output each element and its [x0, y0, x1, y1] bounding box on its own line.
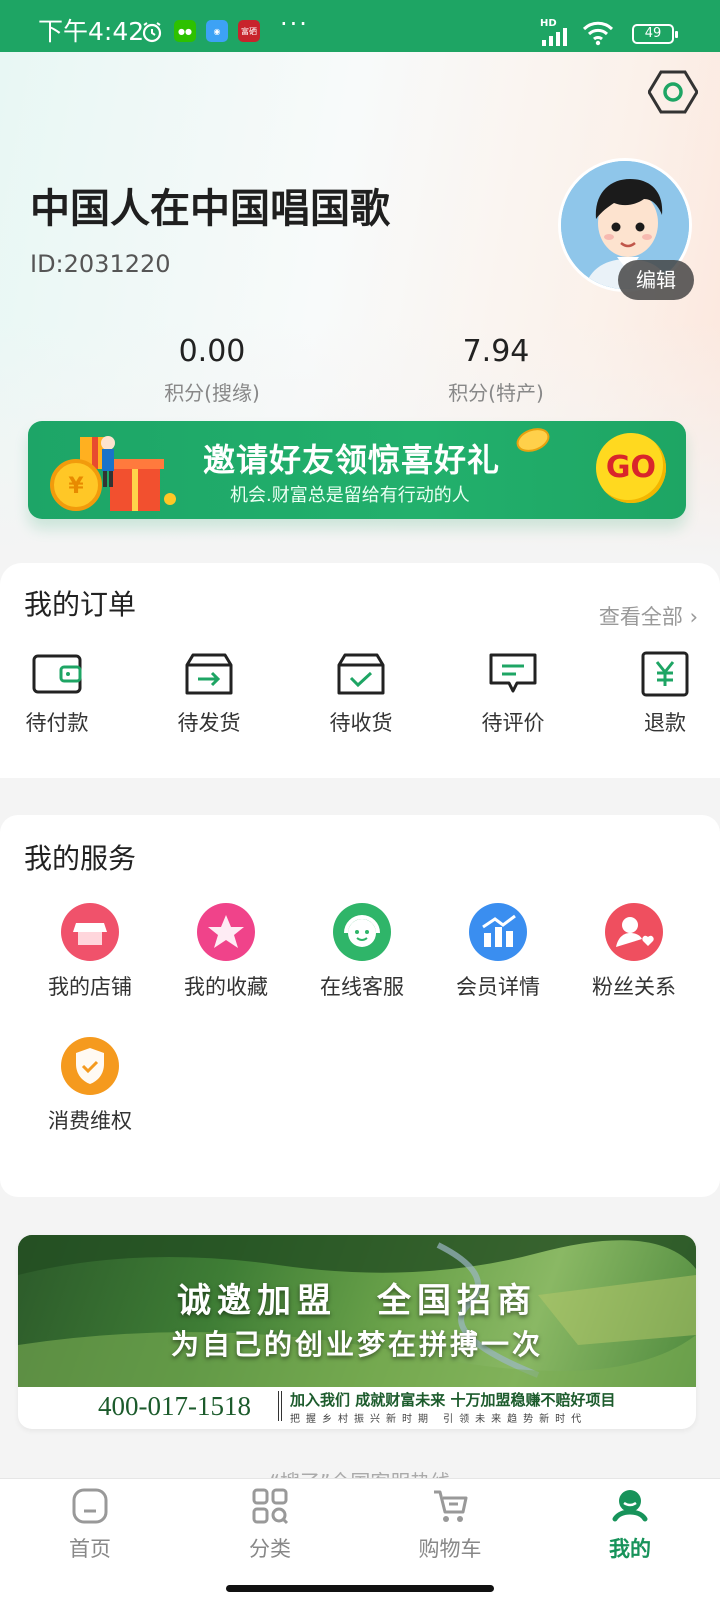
status-more-icon: ··· — [280, 10, 309, 38]
service-fans[interactable]: 粉丝关系 — [564, 903, 704, 1001]
stat-points-souyuan[interactable]: 0.00 积分(搜缘) — [112, 334, 312, 406]
order-refund[interactable]: 退款 — [595, 651, 720, 737]
promo-slogan-small: 把握乡村振兴新时期 引领未来趋势新时代 — [290, 1414, 588, 1425]
services-title: 我的服务 — [24, 842, 137, 875]
box-arrow-icon — [185, 653, 233, 695]
stat-value: 7.94 — [462, 334, 530, 369]
fuxi-app-text: 富硒 — [241, 26, 257, 36]
home-icon — [72, 1488, 108, 1524]
order-to-receive[interactable]: 待收货 — [291, 651, 431, 737]
chart-icon — [469, 903, 527, 961]
order-to-ship[interactable]: 待发货 — [139, 651, 279, 737]
tab-label: 首页 — [69, 1537, 111, 1561]
order-label: 待发货 — [177, 711, 241, 735]
orders-card: 我的订单 查看全部 › 待付款 待发货 待收货 待评价 退款 — [0, 563, 720, 778]
gift-illustration: ¥ — [50, 436, 176, 511]
store-icon — [61, 903, 119, 961]
edit-profile-button[interactable]: 编辑 — [618, 260, 694, 300]
tab-label: 我的 — [609, 1537, 651, 1561]
promo-slogan: 加入我们 成就财富未来 十万加盟稳赚不赔好项目 — [290, 1391, 616, 1409]
shield-icon — [61, 1037, 119, 1095]
franchise-promo-banner[interactable]: 诚邀加盟 全国招商 为自己的创业梦在拼搏一次 400-017-1518 加入我们… — [18, 1235, 696, 1429]
service-label: 会员详情 — [456, 975, 540, 999]
service-favorites[interactable]: 我的收藏 — [156, 903, 296, 1001]
tab-home[interactable]: 首页 — [30, 1487, 150, 1563]
order-label: 待付款 — [25, 711, 89, 735]
user-id: ID:2031220 — [30, 250, 171, 278]
box-check-icon — [337, 653, 385, 695]
service-label: 在线客服 — [320, 975, 404, 999]
service-label: 我的收藏 — [184, 975, 268, 999]
chat-app-icon: ◉ — [206, 20, 228, 42]
service-online-support[interactable]: 在线客服 — [292, 903, 432, 1001]
order-label: 待评价 — [481, 711, 545, 735]
orders-title: 我的订单 — [24, 588, 137, 621]
fans-icon — [605, 903, 663, 961]
wifi-icon — [582, 21, 614, 46]
wechat-icon: ●● — [174, 20, 196, 42]
promo-headline: 诚邀加盟 全国招商 — [177, 1281, 537, 1321]
go-button[interactable]: GO — [596, 433, 666, 503]
wallet-icon — [32, 654, 82, 694]
signal-icon — [542, 28, 567, 46]
category-icon — [252, 1488, 289, 1525]
service-my-store[interactable]: 我的店铺 — [20, 903, 160, 1001]
service-label: 消费维权 — [48, 1109, 132, 1133]
service-label: 粉丝关系 — [592, 975, 676, 999]
service-label: 我的店铺 — [48, 975, 132, 999]
comment-icon — [489, 653, 537, 693]
bottom-tab-bar: 首页 分类 购物车 我的 — [0, 1478, 720, 1600]
cart-icon — [434, 1490, 468, 1522]
stat-points-techan[interactable]: 7.94 积分(特产) — [396, 334, 596, 406]
order-label: 待收货 — [329, 711, 393, 735]
order-pending-payment[interactable]: 待付款 — [0, 651, 127, 737]
invite-subtitle: 机会.财富总是留给有行动的人 — [230, 485, 470, 506]
battery-icon: 49 — [632, 24, 678, 44]
tab-category[interactable]: 分类 — [210, 1487, 330, 1563]
yen-icon — [641, 651, 689, 697]
settings-icon[interactable] — [648, 70, 698, 114]
stat-label: 积分(特产) — [448, 381, 544, 405]
invite-title: 邀请好友领惊喜好礼 — [203, 441, 501, 479]
service-member-details[interactable]: 会员详情 — [428, 903, 568, 1001]
view-all-orders-link[interactable]: 查看全部 › — [599, 601, 698, 631]
status-bar: 下午4:42 ●● ◉ 富硒 ··· HD 49 — [0, 0, 720, 52]
stat-label: 积分(搜缘) — [164, 381, 260, 405]
coin-icon — [516, 428, 550, 452]
tab-label: 购物车 — [418, 1537, 482, 1561]
svg-text:¥: ¥ — [68, 474, 84, 499]
battery-level: 49 — [644, 26, 662, 41]
home-indicator — [226, 1585, 494, 1592]
tab-mine[interactable]: 我的 — [570, 1487, 690, 1563]
tab-label: 分类 — [249, 1537, 291, 1561]
user-name: 中国人在中国唱国歌 — [30, 186, 390, 232]
tab-cart[interactable]: 购物车 — [390, 1487, 510, 1563]
stat-value: 0.00 — [178, 334, 246, 369]
alarm-icon — [142, 22, 162, 43]
service-consumer-rights[interactable]: 消费维权 — [20, 1037, 160, 1135]
chevron-right-icon: › — [689, 605, 698, 629]
fuxi-app-icon: 富硒 — [238, 20, 260, 42]
promo-subheadline: 为自己的创业梦在拼搏一次 — [170, 1328, 543, 1361]
profile-icon — [612, 1490, 648, 1522]
order-label: 退款 — [644, 711, 686, 735]
services-card: 我的服务 我的店铺 我的收藏 在线客服 会员详情 粉丝关系 消费维权 — [0, 815, 720, 1197]
promo-phone: 400-017-1518 — [98, 1391, 251, 1421]
status-time: 下午4:42 — [38, 17, 145, 46]
view-all-label: 查看全部 — [598, 605, 683, 629]
star-icon — [197, 903, 255, 961]
headset-icon — [333, 903, 391, 961]
invite-friends-banner[interactable]: ¥ 邀请好友领惊喜好礼 机会.财富总是留给有行动的人 GO — [28, 421, 686, 519]
order-to-review[interactable]: 待评价 — [443, 651, 583, 737]
promo-divider — [278, 1391, 282, 1421]
